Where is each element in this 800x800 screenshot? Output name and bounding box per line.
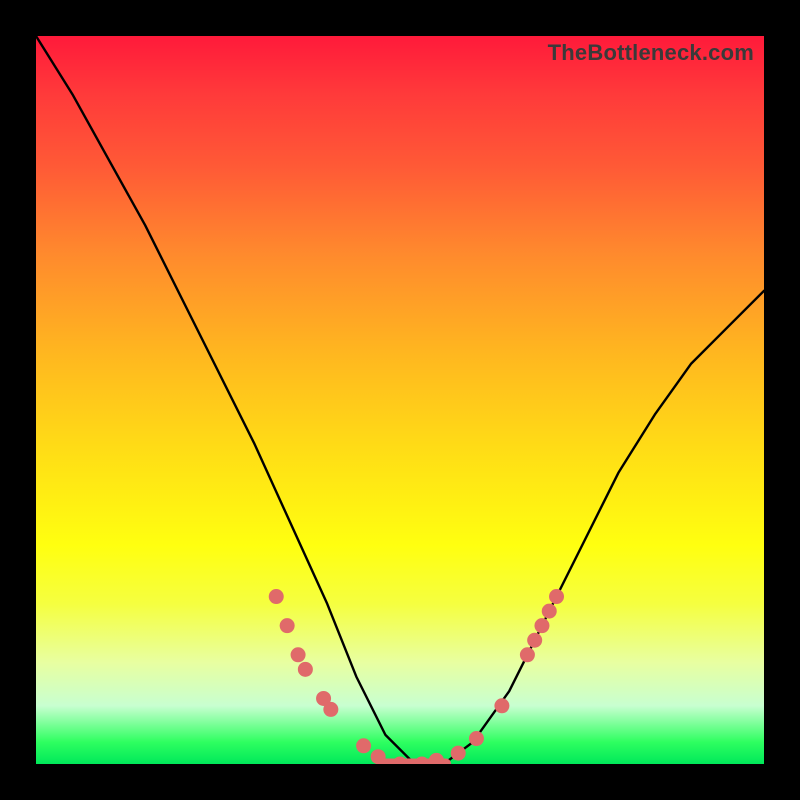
data-marker [534, 618, 549, 633]
data-marker [429, 753, 444, 764]
data-marker [356, 738, 371, 753]
data-marker [527, 633, 542, 648]
data-marker [371, 749, 386, 764]
data-marker [520, 647, 535, 662]
v-curve [36, 36, 764, 764]
data-marker [393, 757, 408, 765]
plot-area: TheBottleneck.com [36, 36, 764, 764]
marker-layer [269, 589, 564, 764]
data-marker [414, 757, 429, 765]
chart-frame: TheBottleneck.com [0, 0, 800, 800]
data-marker [291, 647, 306, 662]
data-marker [323, 702, 338, 717]
bottleneck-curve [36, 36, 764, 764]
data-marker [269, 589, 284, 604]
curve-layer [36, 36, 764, 764]
data-marker [549, 589, 564, 604]
data-marker [298, 662, 313, 677]
data-marker [469, 731, 484, 746]
data-marker [542, 604, 557, 619]
data-marker [494, 698, 509, 713]
data-marker [280, 618, 295, 633]
data-marker [451, 746, 466, 761]
